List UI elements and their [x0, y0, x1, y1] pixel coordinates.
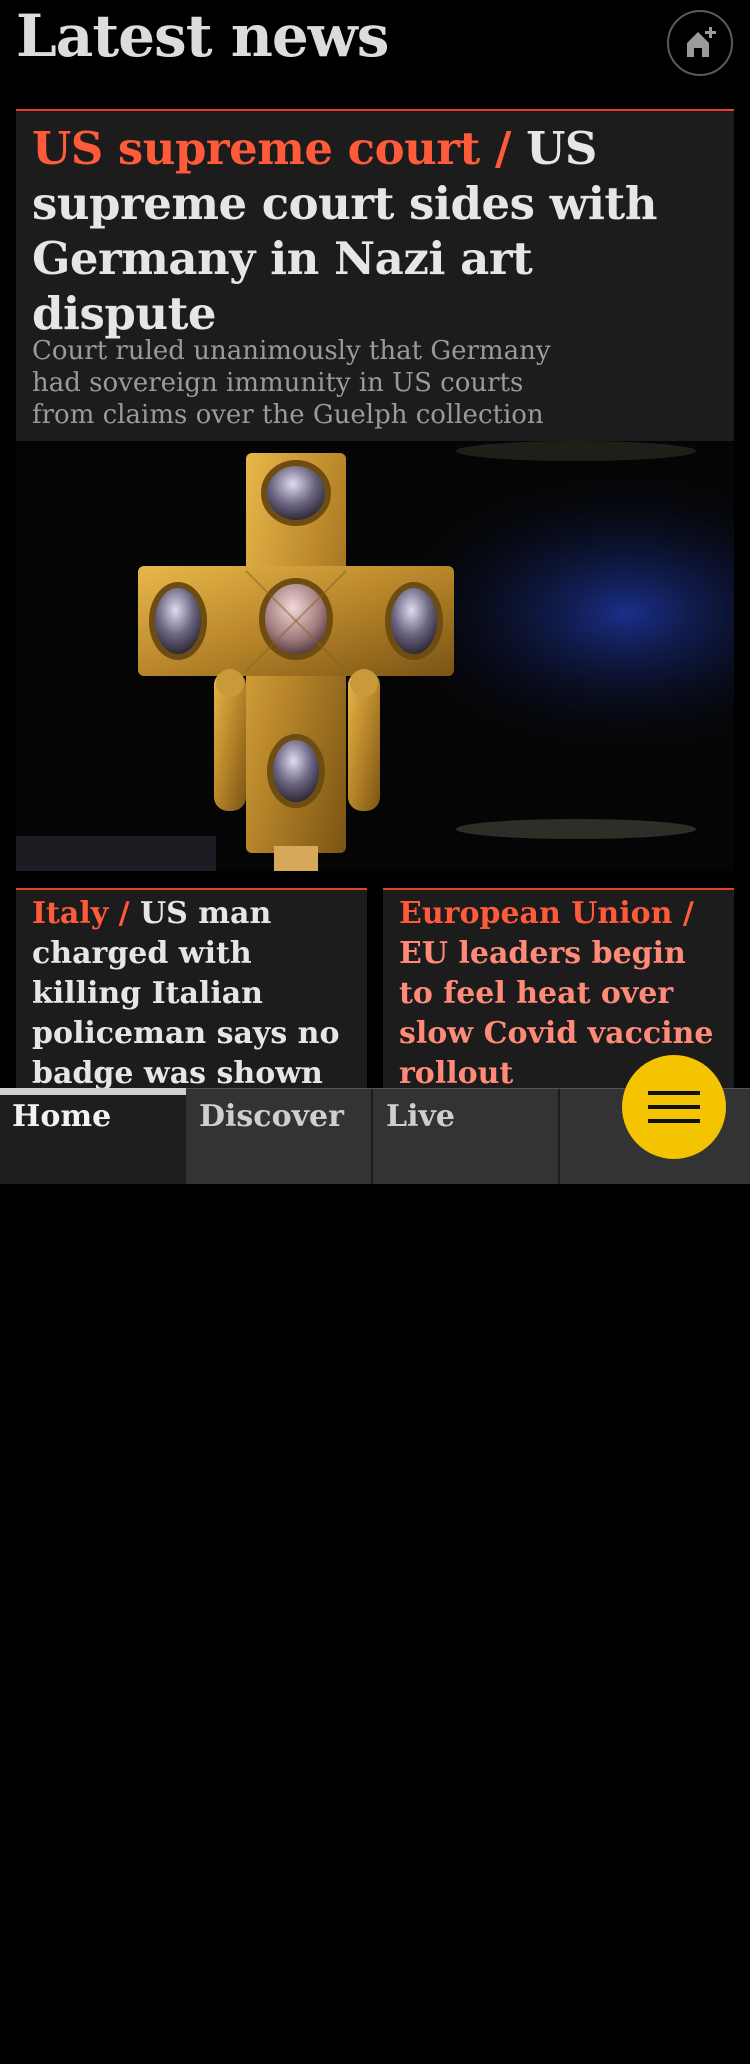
hamburger-menu-icon	[648, 1091, 700, 1123]
jeweled-gold-cross-image	[16, 441, 734, 871]
nav-tab-live[interactable]: Live	[374, 1089, 560, 1184]
menu-button[interactable]	[622, 1055, 726, 1159]
card-headline[interactable]: Italy / US man charged with killing Ital…	[32, 894, 354, 1088]
card-kicker: European Union /	[399, 896, 694, 931]
nav-tab-discover[interactable]: Discover	[187, 1089, 373, 1184]
lead-story-image[interactable]	[16, 441, 734, 871]
home-button[interactable]	[667, 10, 733, 76]
lead-headline[interactable]: US supreme court / US supreme court side…	[32, 121, 718, 341]
lead-story-card[interactable]: US supreme court / US supreme court side…	[16, 109, 734, 441]
card-kicker: Italy /	[32, 896, 130, 931]
page-title: Latest news	[16, 2, 389, 70]
lead-standfirst: Court ruled unanimously that Germany had…	[32, 336, 551, 430]
top-bar: Latest news	[0, 0, 750, 110]
story-card-italy[interactable]: Italy / US man charged with killing Ital…	[16, 888, 367, 1088]
nav-tab-home[interactable]: Home	[0, 1088, 186, 1184]
lead-kicker: US supreme court /	[32, 122, 511, 175]
home-plus-icon	[687, 27, 716, 57]
